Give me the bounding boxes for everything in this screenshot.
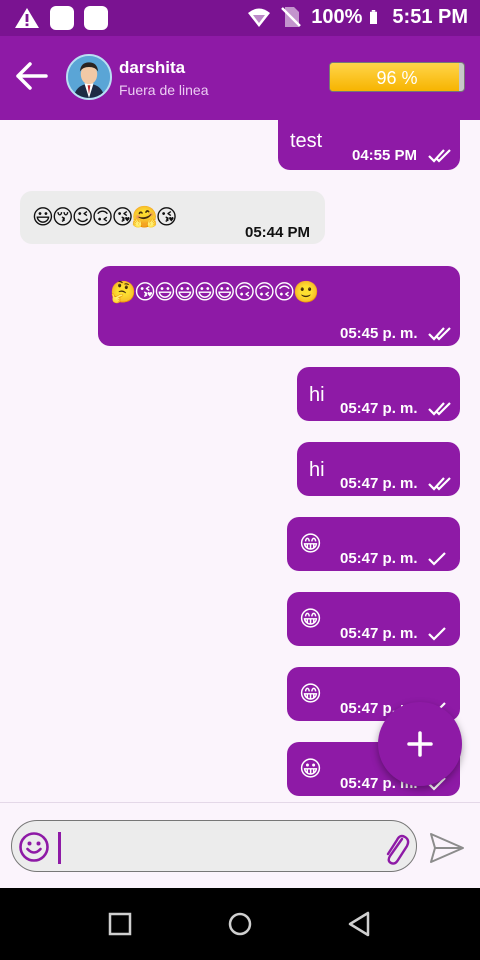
message-text: 😁 bbox=[299, 606, 322, 631]
text-cursor bbox=[58, 832, 61, 864]
message-time: 05:45 p. m. bbox=[340, 325, 418, 342]
message-time: 04:55 PM bbox=[352, 147, 418, 164]
paperclip-icon[interactable] bbox=[380, 831, 410, 865]
message-text: 😀 bbox=[299, 756, 322, 781]
message-time: 05:44 PM bbox=[245, 224, 311, 241]
battery-percent: 100% bbox=[311, 5, 363, 28]
double-check-icon bbox=[428, 327, 451, 341]
app-notification-icon bbox=[84, 6, 108, 30]
message-time: 05:47 p. m. bbox=[340, 625, 418, 642]
battery-label: 96 % bbox=[376, 68, 418, 88]
home-icon[interactable] bbox=[226, 910, 254, 938]
check-icon bbox=[428, 627, 446, 641]
wifi-icon bbox=[248, 8, 271, 27]
recent-apps-icon[interactable] bbox=[106, 910, 134, 938]
message-time: 05:47 p. m. bbox=[340, 475, 418, 492]
message-composer bbox=[0, 802, 480, 888]
message-bubble-incoming[interactable]: 😃😚😉🙃😘🤗😘 05:44 PM bbox=[20, 191, 325, 244]
no-sim-icon bbox=[281, 7, 302, 27]
double-check-icon bbox=[428, 402, 451, 416]
message-bubble-outgoing[interactable]: hi 05:47 p. m. bbox=[297, 367, 460, 421]
message-text: 😃😚😉🙃😘🤗😘 bbox=[32, 206, 177, 229]
avatar[interactable] bbox=[66, 54, 112, 100]
back-arrow-icon[interactable] bbox=[14, 58, 50, 94]
app-notification-icon bbox=[50, 6, 74, 30]
add-fab-button[interactable] bbox=[378, 702, 462, 786]
status-bar: 100% 5:51 PM bbox=[0, 0, 480, 36]
status-time: 5:51 PM bbox=[392, 5, 468, 28]
check-icon bbox=[428, 552, 446, 566]
warning-icon bbox=[15, 8, 39, 28]
person-avatar-icon bbox=[68, 56, 110, 98]
battery-icon bbox=[370, 10, 378, 24]
message-bubble-outgoing[interactable]: 😁 05:47 p. m. bbox=[287, 592, 460, 646]
contact-name[interactable]: darshita bbox=[119, 58, 185, 78]
message-text: 🤔😘😃😃😃😃🙃🙃🙃🙂 bbox=[110, 281, 319, 304]
plus-icon bbox=[407, 731, 433, 757]
message-text: test bbox=[290, 130, 323, 152]
battery-indicator: 96 % bbox=[329, 62, 465, 92]
message-time: 05:47 p. m. bbox=[340, 550, 418, 567]
smiley-icon[interactable] bbox=[18, 831, 50, 863]
message-bubble-outgoing[interactable]: 😁 05:47 p. m. bbox=[287, 517, 460, 571]
message-bubble-outgoing[interactable]: test 04:55 PM bbox=[278, 120, 460, 170]
message-text: 😁 bbox=[299, 531, 322, 556]
message-bubble-outgoing[interactable]: 🤔😘😃😃😃😃🙃🙃🙃🙂 05:45 p. m. bbox=[98, 266, 460, 346]
contact-status: Fuera de linea bbox=[119, 82, 209, 98]
message-text: hi bbox=[309, 459, 325, 481]
back-nav-icon[interactable] bbox=[346, 910, 374, 938]
send-icon[interactable] bbox=[428, 831, 466, 865]
system-nav-bar bbox=[0, 888, 480, 960]
message-bubble-outgoing[interactable]: hi 05:47 p. m. bbox=[297, 442, 460, 496]
chat-header: darshita Fuera de linea 96 % bbox=[0, 36, 480, 120]
message-text: hi bbox=[309, 384, 325, 406]
double-check-icon bbox=[428, 477, 451, 491]
message-list[interactable]: test 04:55 PM 😃😚😉🙃😘🤗😘 05:44 PM 🤔😘😃😃😃😃🙃🙃🙃… bbox=[0, 120, 480, 802]
message-input[interactable] bbox=[66, 831, 366, 863]
double-check-icon bbox=[428, 149, 451, 163]
message-time: 05:47 p. m. bbox=[340, 400, 418, 417]
message-text: 😁 bbox=[299, 681, 322, 706]
